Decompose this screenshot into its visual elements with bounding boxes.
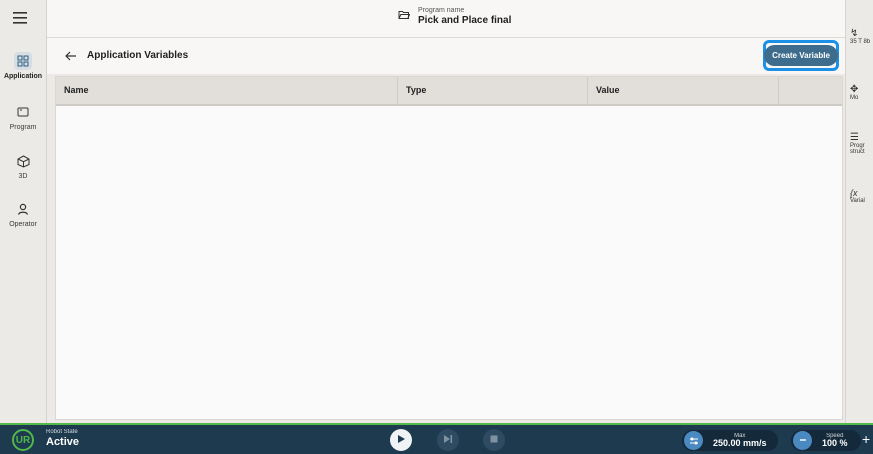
create-variable-highlight: Create Variable [763, 40, 839, 71]
max-speed-label: Max [734, 432, 746, 439]
play-button[interactable] [390, 429, 412, 451]
column-header-actions [779, 77, 842, 104]
right-item-label: Varial [850, 198, 865, 204]
table-body [56, 106, 842, 419]
right-item-label: 35 T 8b [850, 39, 871, 45]
signal-icon: ↯ [850, 28, 859, 39]
grid-icon [14, 52, 32, 70]
max-speed-control[interactable]: Max 250.00 mm/s [682, 430, 778, 451]
nav-item-program[interactable]: Program [0, 103, 46, 131]
folder-icon [398, 7, 411, 25]
robot-state[interactable]: Robot State Active [46, 429, 79, 448]
max-speed-value: 250.00 mm/s [713, 437, 767, 448]
nav-item-label: Application [3, 73, 43, 80]
nav-item-label: 3D [18, 173, 28, 180]
sliders-icon [684, 431, 703, 450]
stop-icon [489, 431, 499, 449]
right-panel: ↯ 35 T 8b ✥ Mo ☰ Progr struct {x Varial [845, 0, 873, 423]
speed-label: Speed [826, 432, 844, 439]
right-item-label: Progr struct [850, 143, 865, 155]
minus-button[interactable] [793, 431, 812, 450]
column-header-name[interactable]: Name [56, 77, 398, 104]
left-navigation: Application Program 3D Operator [0, 0, 47, 423]
column-header-type[interactable]: Type [398, 77, 588, 104]
nav-item-label: Operator [9, 221, 37, 228]
nav-item-application[interactable]: Application [0, 52, 46, 80]
bottom-bar: UR Robot State Active Max 250.00 mm/s Sp… [0, 423, 873, 454]
plus-button[interactable]: + [862, 431, 870, 447]
stop-button[interactable] [483, 429, 505, 451]
right-item-variables[interactable]: {x Varial [850, 188, 873, 204]
speed-slider-control: Speed 100 % [791, 430, 861, 451]
hamburger-menu-icon[interactable] [13, 12, 33, 26]
content-header: Application Variables Create Variable [47, 38, 845, 74]
page-title: Application Variables [87, 50, 189, 61]
right-item-io[interactable]: ↯ 35 T 8b [850, 28, 873, 45]
program-name[interactable]: Program name Pick and Place final [398, 7, 511, 26]
user-icon [14, 200, 32, 218]
list-icon: ☰ [850, 132, 859, 143]
speed-value: 100 % [822, 437, 848, 448]
table-header: Name Type Value [56, 77, 842, 106]
minus-icon [798, 432, 808, 450]
right-item-label: Mo [850, 95, 859, 101]
program-name-label: Program name [418, 7, 465, 14]
variables-table: Name Type Value [55, 76, 843, 420]
column-header-value[interactable]: Value [588, 77, 779, 104]
back-arrow-icon[interactable] [64, 49, 78, 63]
robot-state-label: Robot State [46, 429, 78, 435]
cube-icon [14, 152, 32, 170]
right-item-program-structure[interactable]: ☰ Progr struct [850, 132, 873, 155]
step-icon [443, 431, 453, 449]
nav-item-3d[interactable]: 3D [0, 152, 46, 180]
step-button[interactable] [437, 429, 459, 451]
play-icon [396, 431, 406, 449]
variable-icon: {x [850, 188, 858, 198]
robot-state-value: Active [46, 435, 80, 448]
ur-logo-icon[interactable]: UR [12, 429, 34, 451]
create-variable-button[interactable]: Create Variable [764, 45, 838, 66]
top-bar: Program name Pick and Place final [47, 0, 845, 38]
right-item-move[interactable]: ✥ Mo [850, 84, 873, 101]
move-icon: ✥ [850, 84, 859, 95]
window-icon [14, 103, 32, 121]
nav-item-label: Program [9, 124, 37, 131]
program-name-value: Pick and Place final [418, 14, 512, 26]
nav-item-operator[interactable]: Operator [0, 200, 46, 228]
